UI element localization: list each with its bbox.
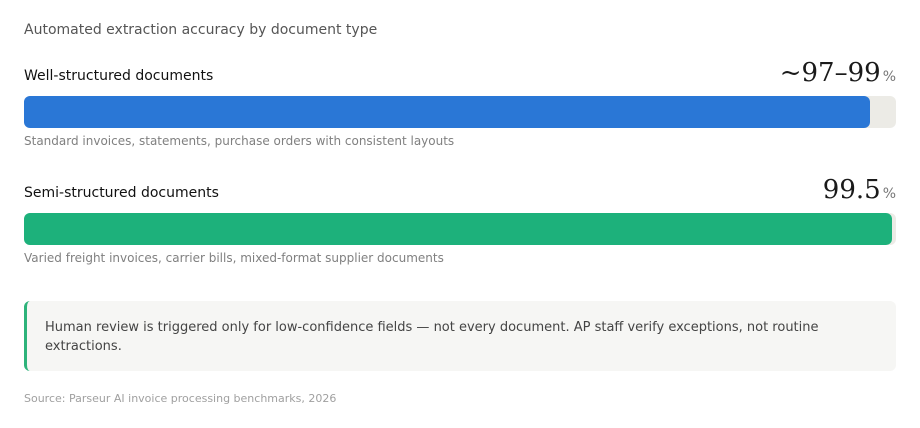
review-note-callout: Human review is triggered only for low-c… bbox=[24, 301, 896, 371]
bar-label: Semi-structured documents bbox=[24, 185, 219, 201]
bar-value-unit: % bbox=[882, 186, 896, 202]
bar-track bbox=[24, 96, 896, 128]
bar-fill bbox=[24, 213, 892, 245]
bar-fill bbox=[24, 96, 870, 128]
source-footnote: Source: Parseur AI invoice processing be… bbox=[24, 392, 337, 405]
bar-label: Well-structured documents bbox=[24, 68, 214, 84]
chart-title: Automated extraction accuracy by documen… bbox=[24, 22, 378, 38]
bar-value-label: ~97–99% bbox=[780, 58, 896, 88]
bar-value-label: 99.5% bbox=[823, 175, 896, 205]
bar-value-number: ~97–99 bbox=[779, 58, 881, 88]
bar-description: Standard invoices, statements, purchase … bbox=[24, 134, 455, 148]
bar-track bbox=[24, 213, 896, 245]
bar-value-unit: % bbox=[882, 69, 896, 85]
review-note-text: Human review is triggered only for low-c… bbox=[45, 320, 819, 354]
bar-description: Varied freight invoices, carrier bills, … bbox=[24, 251, 444, 265]
bar-value-number: 99.5 bbox=[822, 175, 881, 205]
